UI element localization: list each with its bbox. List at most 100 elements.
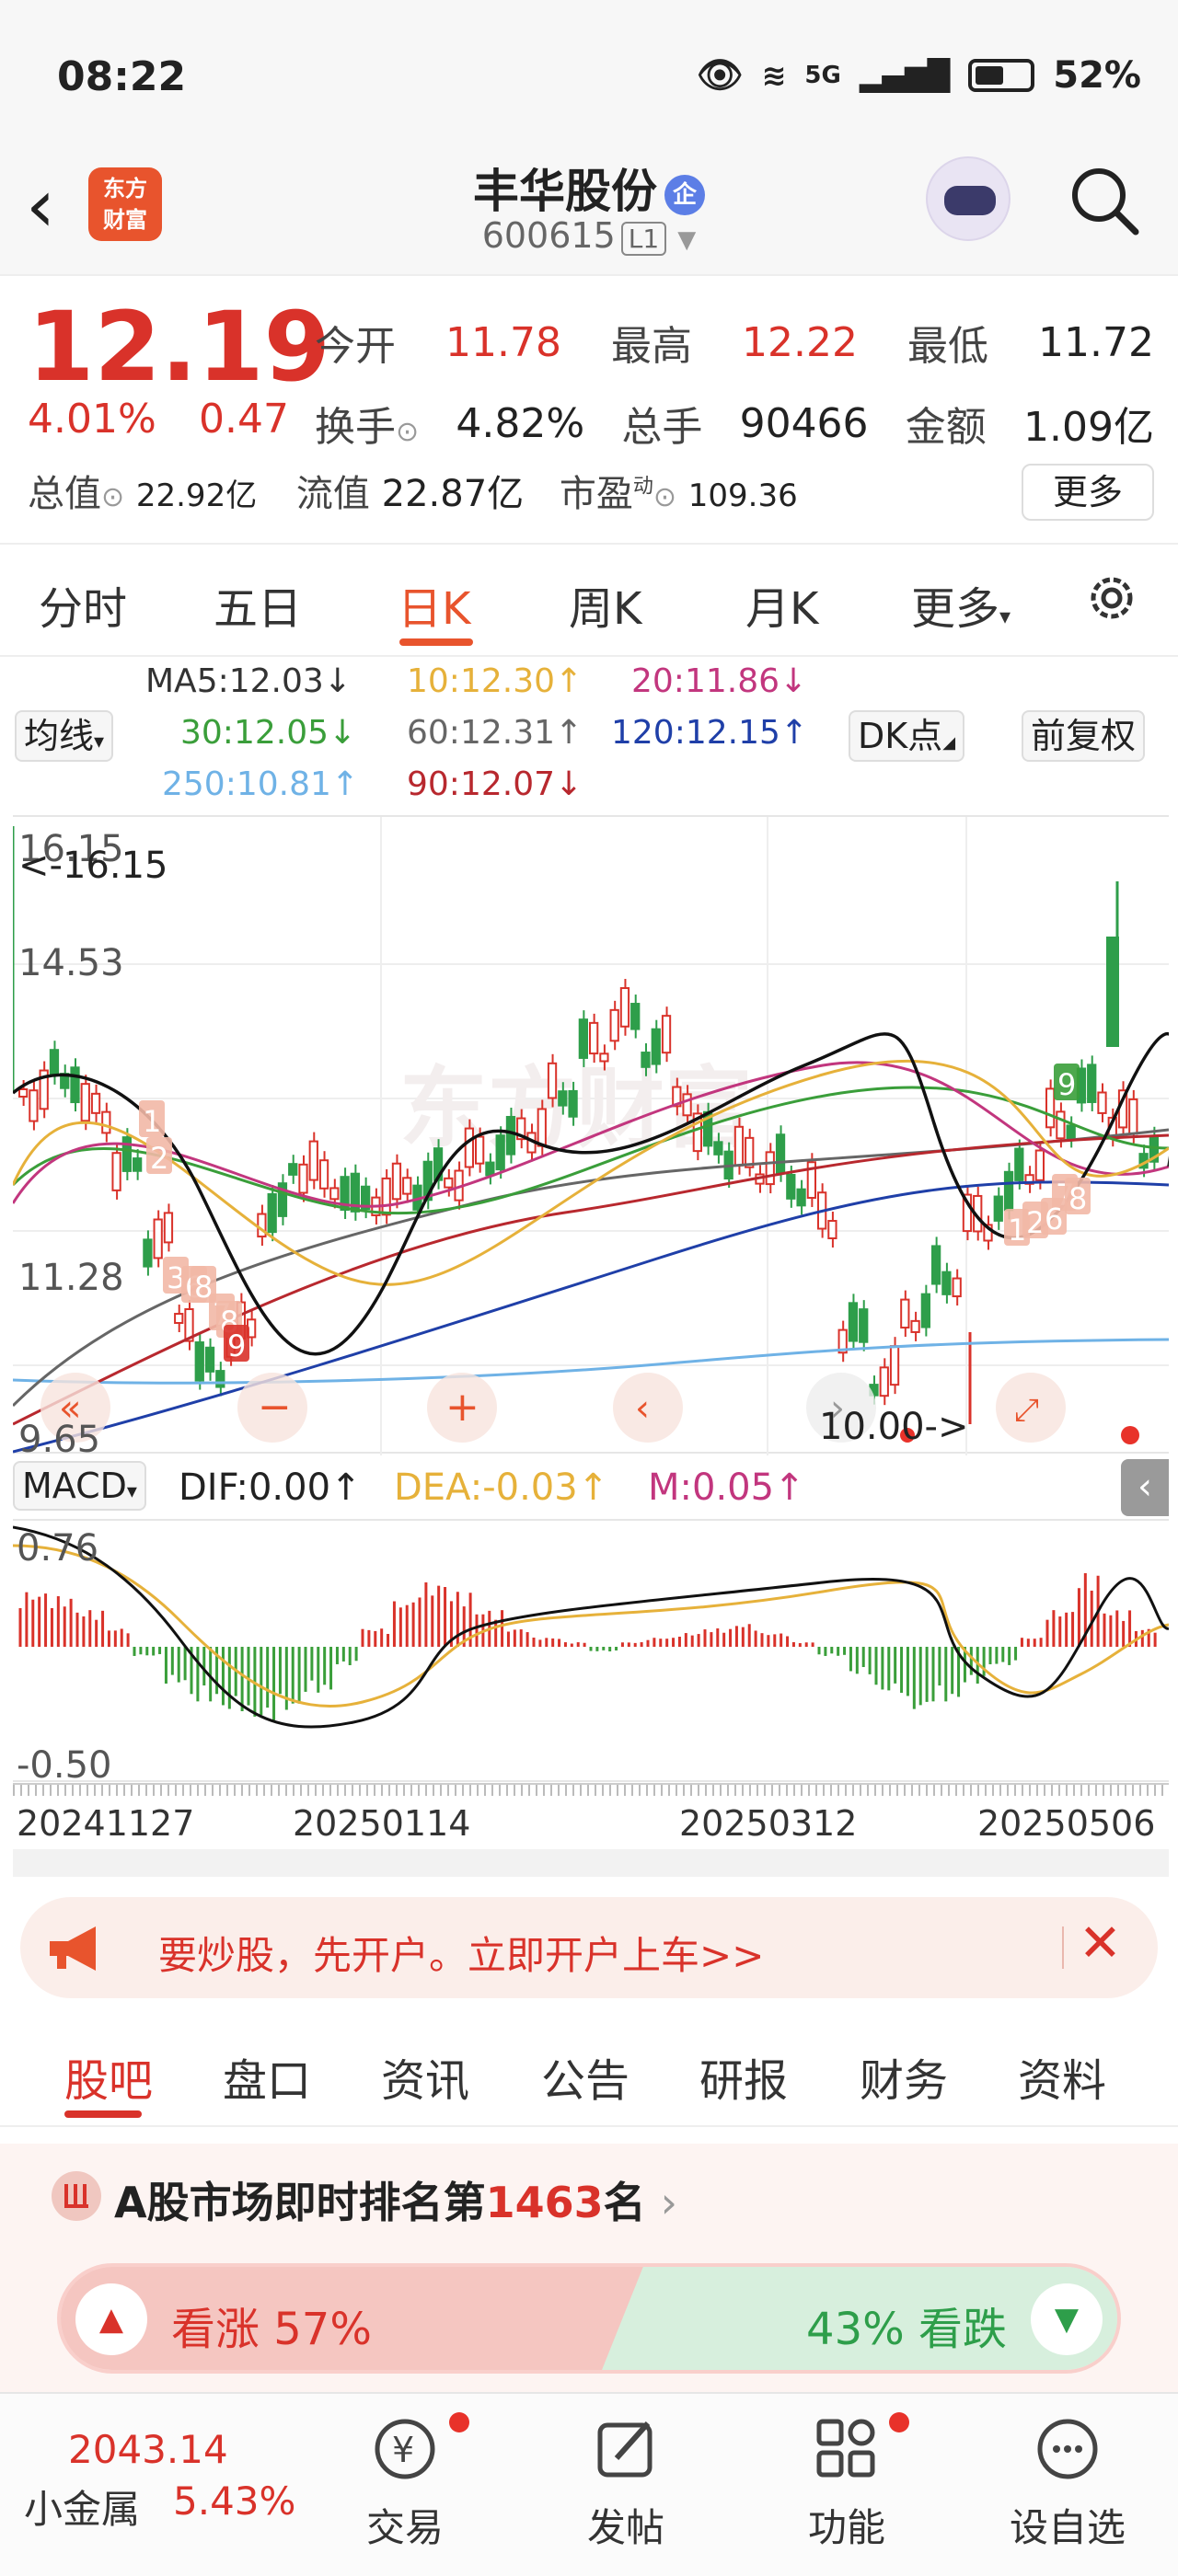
- search-icon[interactable]: [1068, 164, 1141, 237]
- candle: [308, 1140, 318, 1181]
- caret-down-icon: ▾: [126, 1480, 137, 1503]
- add-watchlist-label: 设自选: [1009, 2505, 1126, 2550]
- info-icon[interactable]: ⊙: [653, 481, 676, 513]
- candle: [1097, 1091, 1107, 1114]
- kline-chart[interactable]: 东方财富 « − + ‹ › ⤢ 16.15: [11, 815, 1178, 1461]
- trade-button[interactable]: ¥ 交易: [331, 2412, 479, 2553]
- battery-icon: [968, 58, 1035, 92]
- candle: [578, 1018, 589, 1059]
- tab-daily-k[interactable]: 日K: [398, 572, 470, 637]
- candle: [80, 1083, 90, 1122]
- td-mark-label: 8: [1068, 1181, 1087, 1216]
- macd-svg: 0.76 -0.50: [13, 1519, 1169, 1787]
- grid-icon: [816, 2419, 875, 2478]
- indicator-select-label: 均线: [24, 716, 95, 756]
- bottom-toolbar: 2043.14 小金属 5.43% ¥ 交易 发帖 功能 设自选: [0, 2392, 1178, 2576]
- candle: [879, 1366, 889, 1397]
- info-icon[interactable]: ⊙: [396, 416, 419, 448]
- megaphone-icon: [50, 1926, 96, 1971]
- tab-announcements[interactable]: 公告: [541, 2044, 629, 2109]
- macd-panel: MACD▾ DIF:0.00↑ DEA:-0.03↑ M:0.05↑ ‹ 0.7…: [13, 1454, 1169, 1790]
- index-value[interactable]: 2043.14: [68, 2427, 228, 2472]
- indicator-select[interactable]: 均线▾: [15, 710, 114, 762]
- vote-up-button[interactable]: ▲: [75, 2283, 147, 2355]
- dk-point-select[interactable]: DK点◢: [849, 710, 965, 762]
- close-icon[interactable]: ✕: [1079, 1914, 1122, 1973]
- candle: [619, 987, 630, 1028]
- bar-chart-icon: [52, 2171, 101, 2221]
- macd-select[interactable]: MACD▾: [13, 1461, 146, 1511]
- rank-title[interactable]: A股市场即时排名第1463名 ›: [114, 2169, 677, 2230]
- tab-pankou[interactable]: 盘口: [223, 2044, 311, 2109]
- candle: [609, 1008, 619, 1042]
- candle: [537, 1108, 547, 1147]
- post-label: 发帖: [586, 2505, 664, 2550]
- stock-header: ‹ 东方 财富 丰华股份企 600615 L1 ▼: [0, 147, 1178, 276]
- candle: [329, 1187, 340, 1201]
- tab-monthly-k[interactable]: 月K: [745, 572, 818, 637]
- td-mark-label: 9: [1057, 1067, 1076, 1102]
- candle: [90, 1092, 101, 1114]
- bearish-label: 43% 看跌: [806, 2304, 1007, 2355]
- macd-y-top: 0.76: [17, 1527, 98, 1570]
- stock-name: 丰华股份: [473, 165, 657, 218]
- candle: [568, 1089, 578, 1118]
- collapse-panel-button[interactable]: ‹: [1121, 1459, 1169, 1516]
- active-tab-underline: [399, 638, 473, 646]
- more-dots-icon: [1037, 2419, 1098, 2479]
- candle: [29, 1089, 39, 1122]
- tab-news[interactable]: 资讯: [381, 2044, 469, 2109]
- candle: [505, 1115, 516, 1156]
- total-value-label: 总值: [28, 473, 101, 515]
- tab-guba[interactable]: 股吧: [64, 2044, 153, 2109]
- open-label: 今开: [315, 323, 396, 370]
- more-button[interactable]: 更多: [1022, 464, 1154, 521]
- candle: [1106, 937, 1119, 1047]
- svg-text:¥: ¥: [392, 2430, 414, 2470]
- gear-icon[interactable]: [1082, 569, 1141, 627]
- assistant-robot-icon[interactable]: [926, 156, 1011, 241]
- valuation-row: 总值⊙ 22.92亿 流值 22.87亿 市盈动⊙ 109.36: [28, 464, 798, 517]
- add-watchlist-button[interactable]: 设自选: [994, 2412, 1141, 2553]
- change-amount: 0.47: [199, 396, 289, 443]
- status-icons: 👁 ≋ 5G ▂▄▆█ 52%: [697, 53, 1141, 98]
- ma5-label: MA5:12.03↓: [145, 662, 352, 700]
- tab-more[interactable]: 更多▾: [911, 572, 1011, 637]
- candle: [993, 1195, 1003, 1222]
- dea-line: [13, 1544, 1169, 1708]
- td-mark-label: 2: [150, 1141, 168, 1176]
- candle: [547, 1062, 558, 1099]
- adjust-select[interactable]: 前复权: [1022, 710, 1146, 762]
- tab-five-day[interactable]: 五日: [214, 572, 302, 637]
- functions-button[interactable]: 功能: [773, 2412, 920, 2553]
- volume-value: 90466: [739, 399, 869, 447]
- trade-label: 交易: [365, 2505, 444, 2550]
- tab-research[interactable]: 研报: [699, 2044, 788, 2109]
- high-value: 12.22: [742, 318, 858, 366]
- candle: [143, 1238, 153, 1268]
- amount-value: 1.09亿: [1023, 404, 1154, 451]
- tab-finance[interactable]: 财务: [860, 2044, 948, 2109]
- trade-icon: ¥: [375, 2419, 435, 2479]
- candle: [70, 1066, 80, 1104]
- candle: [775, 1133, 786, 1174]
- vote-down-button[interactable]: ▼: [1031, 2283, 1103, 2355]
- post-button[interactable]: 发帖: [552, 2412, 699, 2553]
- candle: [733, 1125, 745, 1167]
- tab-weekly-k[interactable]: 周K: [569, 572, 641, 637]
- candle: [101, 1110, 111, 1134]
- info-icon[interactable]: ⊙: [101, 481, 124, 513]
- candle: [859, 1308, 869, 1343]
- date-label: 20250506: [977, 1803, 1156, 1844]
- tab-intraday[interactable]: 分时: [39, 572, 127, 637]
- date-label: 20250114: [293, 1803, 471, 1844]
- candle: [133, 1157, 143, 1172]
- amount-label: 金额: [905, 404, 987, 451]
- index-name[interactable]: 小金属: [24, 2478, 140, 2535]
- ma60-label: 60:12.31↑: [407, 714, 583, 752]
- stock-code: 600615: [481, 215, 616, 256]
- candle: [194, 1341, 204, 1382]
- td-mark-label: 9: [227, 1328, 246, 1363]
- open-account-banner[interactable]: 要炒股，先开户。立即开户上车>> ✕: [20, 1897, 1158, 1998]
- tab-profile[interactable]: 资料: [1018, 2044, 1106, 2109]
